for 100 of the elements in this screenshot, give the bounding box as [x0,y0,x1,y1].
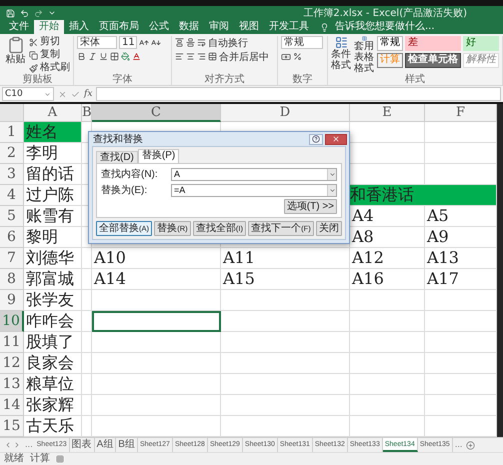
middle-align-icon[interactable] [186,38,195,47]
wrap-text-button[interactable]: 自动换行 [208,36,248,50]
top-align-icon[interactable] [175,38,184,47]
next-sheet-icon[interactable] [13,441,21,449]
row-header[interactable]: 5 [0,206,24,227]
paste-button[interactable]: 粘贴 [5,36,26,74]
format-painter-button[interactable]: 格式刷 [29,62,70,74]
number-format-field[interactable]: 常规 [281,36,323,49]
ribbon-tab[interactable]: 页面布局 [94,20,144,34]
column-header[interactable]: F [425,104,497,122]
add-sheet-icon[interactable] [466,440,476,450]
copy-icon[interactable] [29,50,38,60]
merge-icon[interactable] [208,52,217,61]
list-icon[interactable] [334,36,348,49]
ribbon-tab[interactable]: 公式 [144,20,174,34]
percent-icon[interactable] [293,52,302,61]
name-box[interactable]: C10 [2,87,54,101]
caret-icon[interactable] [328,186,336,194]
row-header[interactable]: 3 [0,164,24,185]
row-header[interactable]: 4 [0,185,24,206]
previous-sheet-icon[interactable] [4,441,12,449]
font-size-field[interactable]: 11 [119,36,137,49]
ribbon-tab[interactable]: 文件 [4,20,34,34]
dialog-button[interactable]: 关闭 [316,221,342,236]
caret-icon[interactable] [48,9,56,17]
clipboard-icon[interactable] [6,36,24,54]
more-sheets[interactable]: ... [452,438,464,452]
close-button[interactable] [325,134,347,144]
more-sheets[interactable]: ... [23,438,35,452]
input-field[interactable]: A [171,168,337,180]
scissors-icon[interactable] [29,38,38,46]
ribbon-tab[interactable]: 审阅 [204,20,234,34]
currency-icon[interactable] [281,52,291,62]
align-left-icon[interactable] [175,52,184,61]
italic-icon[interactable] [88,52,97,61]
cell-style-tile[interactable]: 差 [405,36,461,51]
undo-icon[interactable] [20,8,29,18]
caret-icon[interactable] [328,170,336,178]
row-header[interactable]: 15 [0,416,24,437]
row-header[interactable]: 11 [0,332,24,353]
cell-style-tile[interactable]: 检查单元格 [405,53,461,68]
dialog-tab[interactable]: 查找(D) [96,151,138,163]
table-format-button[interactable]: 套用表格格式 [354,36,374,74]
ribbon-tab[interactable]: 视图 [234,20,264,34]
redo-icon[interactable] [34,8,43,18]
tell-me-search[interactable]: 告诉我您想要做什么... [335,20,435,34]
copy-button[interactable]: 复制 [29,49,70,61]
options-button[interactable]: 选项(T) >> [284,199,337,214]
row-header[interactable]: 13 [0,374,24,395]
column-header[interactable]: C [92,104,221,122]
status-text: 计算 [30,453,50,465]
row-header[interactable]: 1 [0,122,24,143]
cell-style-tile[interactable]: 常规 [377,36,403,51]
wrap-text-icon[interactable] [197,38,206,47]
align-center-icon[interactable] [186,52,195,61]
underline-icon[interactable] [99,52,108,61]
column-header[interactable]: B [82,104,92,122]
cancel-icon[interactable] [58,90,67,98]
ribbon-tab[interactable]: 开始 [34,20,64,34]
shrink-font-icon[interactable] [151,38,161,48]
row-header[interactable]: 12 [0,353,24,374]
ribbon-tab[interactable]: 插入 [64,20,94,34]
row-header[interactable]: 14 [0,395,24,416]
function-label[interactable]: fx [84,89,92,99]
row-header[interactable]: 10 [0,311,24,332]
help-button[interactable] [309,134,323,144]
ribbon-tab[interactable]: 数据 [174,20,204,34]
font-name-field[interactable]: 宋体 [77,36,117,49]
lightbulb-icon[interactable] [320,22,329,32]
font-color-icon[interactable] [132,52,141,61]
column-header[interactable]: A [24,104,82,122]
align-right-icon[interactable] [197,52,206,61]
field-label: 替换为(E): [101,184,148,197]
cell-cursor[interactable] [92,311,221,332]
row-header[interactable]: 8 [0,269,24,290]
cell-style-tile[interactable]: 好 [463,36,499,51]
merge-center-button[interactable]: 合并后居中 [219,50,269,64]
save-icon[interactable] [6,8,15,18]
column-header[interactable]: D [221,104,350,122]
close-icon[interactable] [332,135,340,143]
grow-font-icon[interactable] [139,38,149,48]
input-field[interactable]: =A [171,184,337,196]
dialog-tab[interactable]: 替换(P) [138,149,180,163]
bold-icon[interactable] [77,52,86,61]
border-icon[interactable] [110,52,119,61]
caret-icon[interactable] [44,90,51,98]
paintbrush-icon[interactable] [29,64,38,72]
row-header[interactable]: 7 [0,248,24,269]
row-header[interactable]: 6 [0,227,24,248]
cell-style-tile[interactable]: 解释性 [463,53,499,68]
ribbon-tab[interactable]: 开发工具 [264,20,314,34]
column-header[interactable]: E [350,104,425,122]
help-icon[interactable] [312,135,320,143]
row-header[interactable]: 9 [0,290,24,311]
row-header[interactable]: 2 [0,143,24,164]
formula-field[interactable] [96,87,501,101]
fill-color-icon[interactable] [121,52,130,61]
table-cell: 姓名 [24,122,82,143]
check-icon[interactable] [71,90,80,98]
conditional-format-button[interactable]: 条件格式 [331,36,351,74]
